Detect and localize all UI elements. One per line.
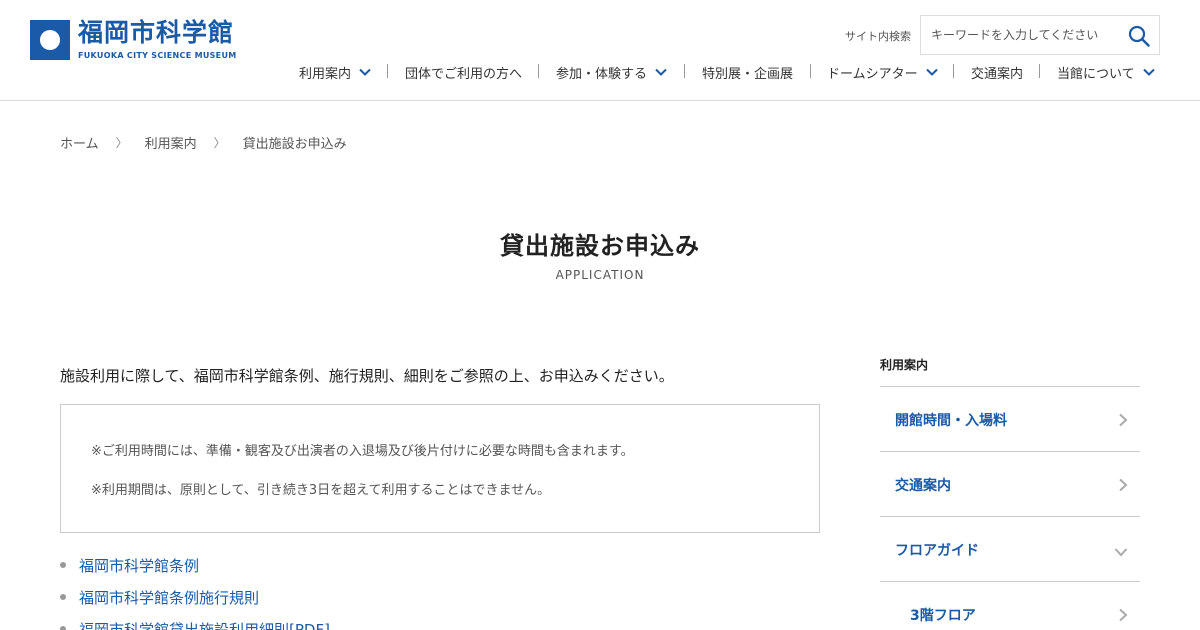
search-input[interactable]: [921, 16, 1121, 54]
side-nav-item-hours-fees[interactable]: 開館時間・入場料: [880, 387, 1140, 452]
logo-name: 福岡市科学館: [78, 18, 235, 47]
side-nav-label: 3階フロア: [910, 608, 976, 624]
link-label: 福岡市科学館条例: [79, 556, 200, 575]
chevron-right-icon: [1119, 413, 1128, 427]
side-nav-heading: 利用案内: [880, 358, 929, 372]
intro-text: 施設利用に際して、福岡市科学館条例、施行規則、細則をご参照の上、お申込みください…: [60, 367, 674, 385]
link-label: 福岡市科学館条例施行規則: [79, 588, 260, 607]
side-nav-label: フロアガイド: [895, 543, 979, 559]
chevron-down-icon: [359, 68, 371, 76]
breadcrumb: ホーム 〉 利用案内 〉 貸出施設お申込み: [60, 133, 347, 152]
side-nav-label: 開館時間・入場料: [895, 413, 1007, 429]
nav-item-label: 利用案内: [299, 66, 352, 82]
chevron-right-icon: [1119, 478, 1128, 492]
breadcrumb-separator: 〉: [115, 136, 128, 150]
link-detailed-rules-pdf[interactable]: 福岡市科学館貸出施設利用細則[PDF]: [60, 613, 330, 630]
page-subtitle: APPLICATION: [555, 268, 645, 282]
link-ordinance[interactable]: 福岡市科学館条例: [60, 549, 330, 581]
nav-item-participate[interactable]: 参加・体験する: [556, 58, 667, 86]
regulation-links: 福岡市科学館条例 福岡市科学館条例施行規則 福岡市科学館貸出施設利用細則[PDF…: [60, 549, 330, 630]
side-nav: 開館時間・入場料 交通案内 フロアガイド 3階フロア: [880, 386, 1140, 630]
side-nav-label: 交通案内: [895, 478, 951, 494]
nav-item-about[interactable]: 当館について: [1057, 58, 1155, 86]
chevron-right-icon: [1119, 608, 1128, 622]
nav-item-label: 団体でご利用の方へ: [405, 66, 523, 82]
nav-item-access[interactable]: 交通案内: [971, 58, 1023, 86]
global-nav: 利用案内 団体でご利用の方へ 参加・体験する 特別展・企画展 ドームシアター 交…: [0, 58, 1200, 86]
nav-item-label: 当館について: [1057, 66, 1135, 82]
page-title: 貸出施設お申込み: [500, 232, 700, 260]
chevron-down-icon: [1114, 548, 1128, 557]
breadcrumb-home[interactable]: ホーム: [60, 133, 99, 152]
nav-divider: [810, 64, 811, 78]
notice-box: ※ご利用時間には、準備・観客及び出演者の入退場及び後片付けに必要な時間も含まれま…: [60, 404, 820, 533]
side-nav-item-3f[interactable]: 3階フロア: [880, 582, 1140, 630]
nav-divider: [538, 64, 539, 78]
side-nav-item-access[interactable]: 交通案内: [880, 452, 1140, 517]
logo-mark-icon: [30, 20, 70, 60]
nav-item-label: ドームシアター: [827, 66, 918, 82]
breadcrumb-current: 貸出施設お申込み: [242, 137, 347, 152]
nav-divider: [1039, 64, 1040, 78]
nav-divider: [953, 64, 954, 78]
link-label: 福岡市科学館貸出施設利用細則[PDF]: [79, 620, 330, 630]
search-icon[interactable]: [1127, 24, 1151, 48]
notice-usage-period: ※利用期間は、原則として、引き続き3日を超えて利用することはできません。: [91, 483, 551, 498]
chevron-down-icon: [1142, 68, 1155, 76]
chevron-down-icon: [655, 68, 667, 76]
nav-item-groups[interactable]: 団体でご利用の方へ: [405, 58, 522, 86]
link-enforcement-rules[interactable]: 福岡市科学館条例施行規則: [60, 581, 330, 613]
notice-usage-time: ※ご利用時間には、準備・観客及び出演者の入退場及び後片付けに必要な時間も含まれま…: [91, 444, 634, 459]
bullet-icon: [60, 562, 66, 568]
search-box: [920, 15, 1160, 55]
nav-item-exhibitions[interactable]: 特別展・企画展: [702, 58, 793, 86]
nav-divider: [387, 64, 388, 78]
nav-item-label: 交通案内: [971, 66, 1024, 82]
chevron-down-icon: [925, 68, 938, 76]
nav-divider: [684, 64, 685, 78]
nav-item-label: 参加・体験する: [556, 66, 648, 82]
breadcrumb-guide[interactable]: 利用案内: [145, 133, 197, 152]
bullet-icon: [60, 626, 66, 630]
bullet-icon: [60, 594, 66, 600]
nav-item-dome-theater[interactable]: ドームシアター: [827, 58, 938, 86]
nav-item-label: 特別展・企画展: [702, 66, 794, 82]
search-label: サイト内検索: [845, 30, 911, 43]
breadcrumb-separator: 〉: [213, 136, 226, 150]
site-header: 福岡市科学館 FUKUOKA CITY SCIENCE MUSEUM サイト内検…: [0, 0, 1200, 101]
side-nav-item-floor-guide[interactable]: フロアガイド: [880, 517, 1140, 582]
nav-item-guide[interactable]: 利用案内: [299, 58, 371, 86]
